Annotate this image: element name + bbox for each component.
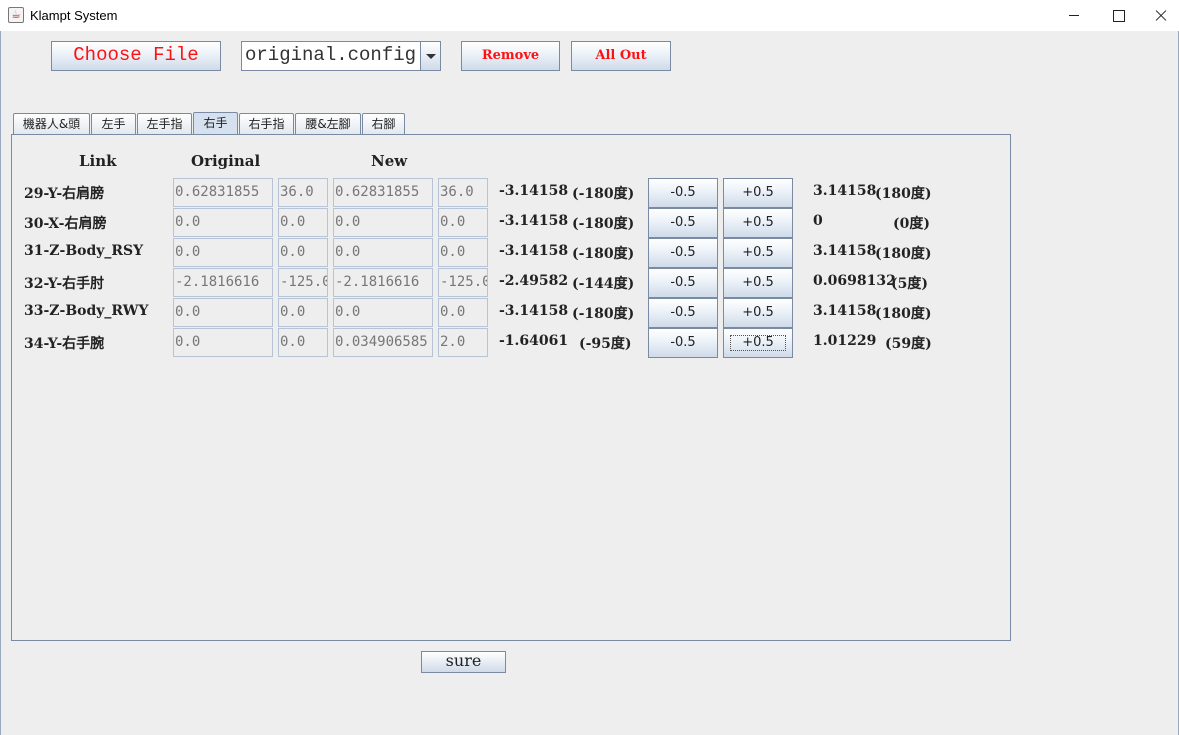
- chevron-down-icon[interactable]: [420, 42, 440, 70]
- link-header: Link: [79, 152, 117, 170]
- config-select[interactable]: original.config: [241, 41, 441, 71]
- link-label: 32-Y-右手肘: [24, 276, 105, 292]
- min-deg: (-180度): [572, 186, 635, 202]
- max-deg: (180度): [875, 186, 932, 202]
- tab-left-fingers[interactable]: 左手指: [137, 113, 192, 135]
- tab-left-hand[interactable]: 左手: [91, 113, 136, 135]
- decrease-button[interactable]: -0.5: [648, 328, 718, 358]
- min-value: -2.49582: [499, 273, 569, 289]
- choose-file-button[interactable]: Choose File: [51, 41, 221, 71]
- original-rad-field: 0.0: [173, 208, 273, 237]
- increase-button[interactable]: +0.5: [723, 208, 793, 238]
- decrease-button[interactable]: -0.5: [648, 268, 718, 298]
- min-value: -3.14158: [499, 183, 569, 199]
- link-label: 29-Y-右肩膀: [24, 186, 105, 202]
- joint-panel: [11, 134, 1011, 641]
- new-rad-field: 0.0: [333, 208, 433, 237]
- max-value: 0.0698132: [813, 273, 896, 289]
- increase-button[interactable]: +0.5: [723, 238, 793, 268]
- original-header: Original: [191, 152, 261, 170]
- tab-robot-head[interactable]: 機器人&頭: [13, 113, 90, 135]
- original-rad-field: 0.0: [173, 298, 273, 327]
- decrease-button[interactable]: -0.5: [648, 178, 718, 208]
- increase-button[interactable]: +0.5: [723, 328, 793, 358]
- min-value: -3.14158: [499, 213, 569, 229]
- title-bar: ☕ Klampt System: [0, 0, 1179, 31]
- original-rad-field: 0.0: [173, 238, 273, 267]
- original-deg-field: 0.0: [278, 238, 328, 267]
- original-deg-field: 0.0: [278, 328, 328, 357]
- link-label: 30-X-右肩膀: [24, 216, 107, 232]
- min-deg: (-180度): [572, 306, 635, 322]
- new-deg-field: 2.0: [438, 328, 488, 357]
- min-value: -1.64061: [499, 333, 569, 349]
- increase-button[interactable]: +0.5: [723, 268, 793, 298]
- original-rad-field: 0.62831855: [173, 178, 273, 207]
- new-deg-field: 0.0: [438, 298, 488, 327]
- min-deg: (-144度): [572, 276, 635, 292]
- max-deg: (180度): [875, 306, 932, 322]
- minimize-button[interactable]: [1051, 0, 1097, 31]
- tab-right-foot[interactable]: 右腳: [362, 113, 405, 135]
- new-deg-field: -125.0: [438, 268, 488, 297]
- max-value: 0: [813, 213, 823, 229]
- new-rad-field: -2.1816616: [333, 268, 433, 297]
- increase-button[interactable]: +0.5: [723, 298, 793, 328]
- max-deg: (5度): [891, 276, 928, 292]
- max-value: 3.14158: [813, 243, 877, 259]
- max-value: 1.01229: [813, 333, 877, 349]
- new-rad-field: 0.62831855: [333, 178, 433, 207]
- tab-right-hand[interactable]: 右手: [193, 112, 238, 135]
- window-border: [0, 31, 1, 735]
- decrease-button[interactable]: -0.5: [648, 238, 718, 268]
- max-value: 3.14158: [813, 303, 877, 319]
- decrease-button[interactable]: -0.5: [648, 298, 718, 328]
- max-deg: (0度): [893, 216, 930, 232]
- min-deg: (-95度): [579, 336, 632, 352]
- min-value: -3.14158: [499, 303, 569, 319]
- min-value: -3.14158: [499, 243, 569, 259]
- tab-right-fingers[interactable]: 右手指: [239, 113, 294, 135]
- new-rad-field: 0.034906585: [333, 328, 433, 357]
- max-value: 3.14158: [813, 183, 877, 199]
- all-out-button[interactable]: All Out: [571, 41, 671, 71]
- increase-button[interactable]: +0.5: [723, 178, 793, 208]
- max-deg: (180度): [875, 246, 932, 262]
- close-button[interactable]: [1138, 0, 1179, 31]
- original-deg-field: 0.0: [278, 208, 328, 237]
- sure-button[interactable]: sure: [421, 651, 506, 673]
- decrease-button[interactable]: -0.5: [648, 208, 718, 238]
- new-rad-field: 0.0: [333, 298, 433, 327]
- original-rad-field: 0.0: [173, 328, 273, 357]
- window-title: Klampt System: [30, 8, 118, 23]
- original-deg-field: 36.0: [278, 178, 328, 207]
- new-deg-field: 36.0: [438, 178, 488, 207]
- link-label: 34-Y-右手腕: [24, 336, 105, 352]
- min-deg: (-180度): [572, 246, 635, 262]
- new-deg-field: 0.0: [438, 208, 488, 237]
- tab-waist-left-foot[interactable]: 腰&左腳: [295, 113, 361, 135]
- java-cup-icon: ☕: [8, 7, 24, 23]
- config-select-value: original.config: [245, 44, 417, 66]
- min-deg: (-180度): [572, 216, 635, 232]
- original-rad-field: -2.1816616: [173, 268, 273, 297]
- maximize-button[interactable]: [1095, 0, 1141, 31]
- new-rad-field: 0.0: [333, 238, 433, 267]
- new-header: New: [371, 152, 408, 170]
- original-deg-field: 0.0: [278, 298, 328, 327]
- link-label: 31-Z-Body_RSY: [24, 243, 144, 259]
- link-label: 33-Z-Body_RWY: [24, 303, 149, 319]
- original-deg-field: -125.0: [278, 268, 328, 297]
- max-deg: (59度): [885, 336, 932, 352]
- new-deg-field: 0.0: [438, 238, 488, 267]
- remove-button[interactable]: Remove: [461, 41, 560, 71]
